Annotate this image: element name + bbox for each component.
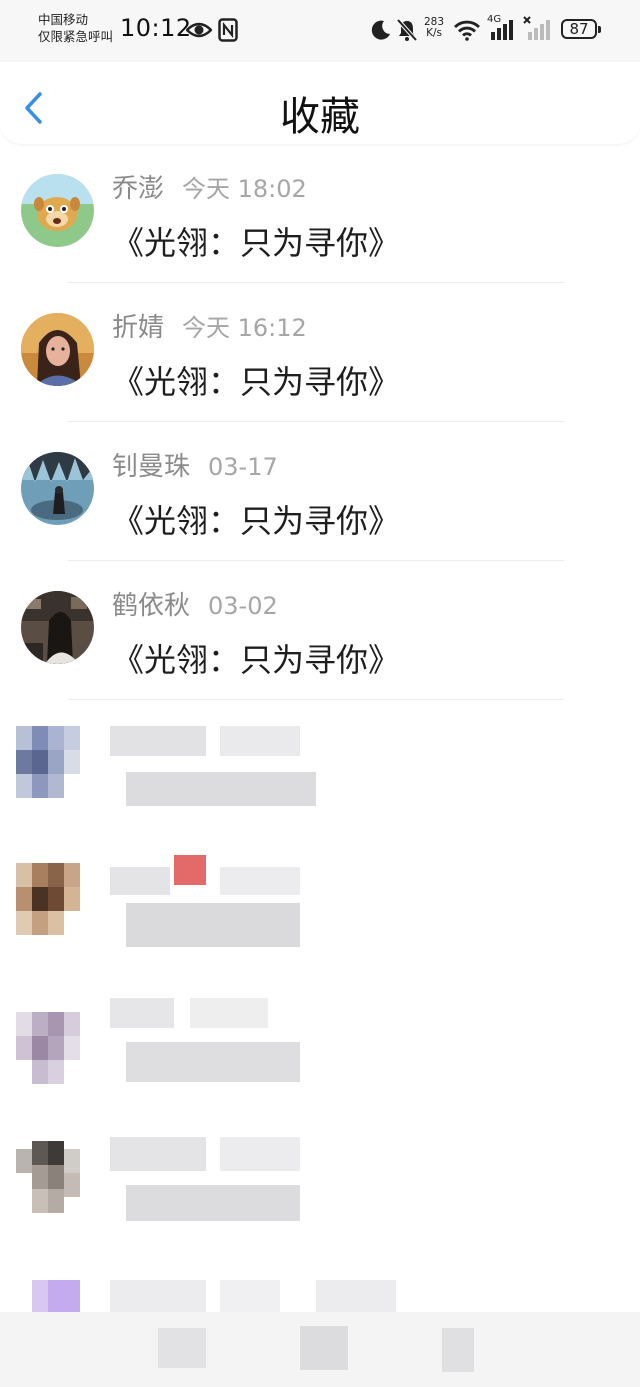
list-item[interactable]: 钊曼珠 03-17 《光翎：只为寻你》 <box>0 422 640 561</box>
item-message: 《光翎：只为寻你》 <box>112 502 401 540</box>
page-header: 收藏 <box>0 62 640 144</box>
item-time: 03-17 <box>208 453 278 481</box>
contact-name: 乔澎 <box>112 174 165 204</box>
network-speed-unit: K/s <box>426 27 442 39</box>
blurred-nav-item[interactable] <box>442 1328 474 1372</box>
no-sim-signal-icon <box>522 15 554 45</box>
clock: 10:12 <box>120 14 192 42</box>
cellular-signal-icon: 4G <box>487 15 519 41</box>
contact-name: 钊曼珠 <box>112 452 191 482</box>
blurred-nav-item[interactable] <box>300 1326 348 1370</box>
battery-indicator: 87 <box>561 19 601 39</box>
avatar <box>21 452 94 525</box>
list-item[interactable]: 鹤依秋 03-02 《光翎：只为寻你》 <box>0 561 640 700</box>
avatar <box>21 591 94 664</box>
wifi-icon <box>453 19 481 45</box>
carrier-name: 中国移动 <box>38 12 89 27</box>
avatar <box>21 174 94 247</box>
moon-icon <box>370 19 392 45</box>
item-meta: 折婧 今天 16:12 <box>112 307 307 344</box>
favorites-list: 乔澎 今天 18:02 《光翎：只为寻你》 折婧 今天 16:12 《光翎：只为寻你… <box>0 144 640 700</box>
item-message: 《光翎：只为寻你》 <box>112 224 401 262</box>
item-message: 《光翎：只为寻你》 <box>112 641 401 679</box>
item-meta: 乔澎 今天 18:02 <box>112 168 307 205</box>
eye-icon <box>185 20 213 44</box>
list-item[interactable]: 折婧 今天 16:12 《光翎：只为寻你》 <box>0 283 640 422</box>
mute-bell-icon <box>396 18 418 46</box>
avatar <box>21 313 94 386</box>
blurred-list-item <box>0 978 640 1117</box>
network-type: 4G <box>487 14 502 25</box>
blurred-nav-item[interactable] <box>158 1328 206 1368</box>
contact-name: 鹤依秋 <box>112 591 191 621</box>
blurred-list-item <box>0 1256 640 1312</box>
item-meta: 钊曼珠 03-17 <box>112 446 278 483</box>
emergency-only: 仅限紧急呼叫 <box>38 29 114 44</box>
item-time: 03-02 <box>208 592 278 620</box>
network-speed: 283 K/s <box>424 17 444 39</box>
blurred-list-item <box>0 839 640 978</box>
bottom-navigation <box>0 1312 640 1387</box>
status-bar: 中国移动 仅限紧急呼叫 10:12 283 K/s 4G 87 <box>0 0 640 62</box>
contact-name: 折婧 <box>112 313 165 343</box>
item-time: 今天 18:02 <box>182 175 307 203</box>
blurred-list-item <box>0 1117 640 1256</box>
page-title: 收藏 <box>280 94 360 140</box>
item-meta: 鹤依秋 03-02 <box>112 585 278 622</box>
blurred-list-item <box>0 700 640 839</box>
item-time: 今天 16:12 <box>182 314 307 342</box>
item-message: 《光翎：只为寻你》 <box>112 363 401 401</box>
carrier-info: 中国移动 仅限紧急呼叫 <box>38 11 113 45</box>
nfc-icon <box>218 18 238 46</box>
list-item[interactable]: 乔澎 今天 18:02 《光翎：只为寻你》 <box>0 144 640 283</box>
